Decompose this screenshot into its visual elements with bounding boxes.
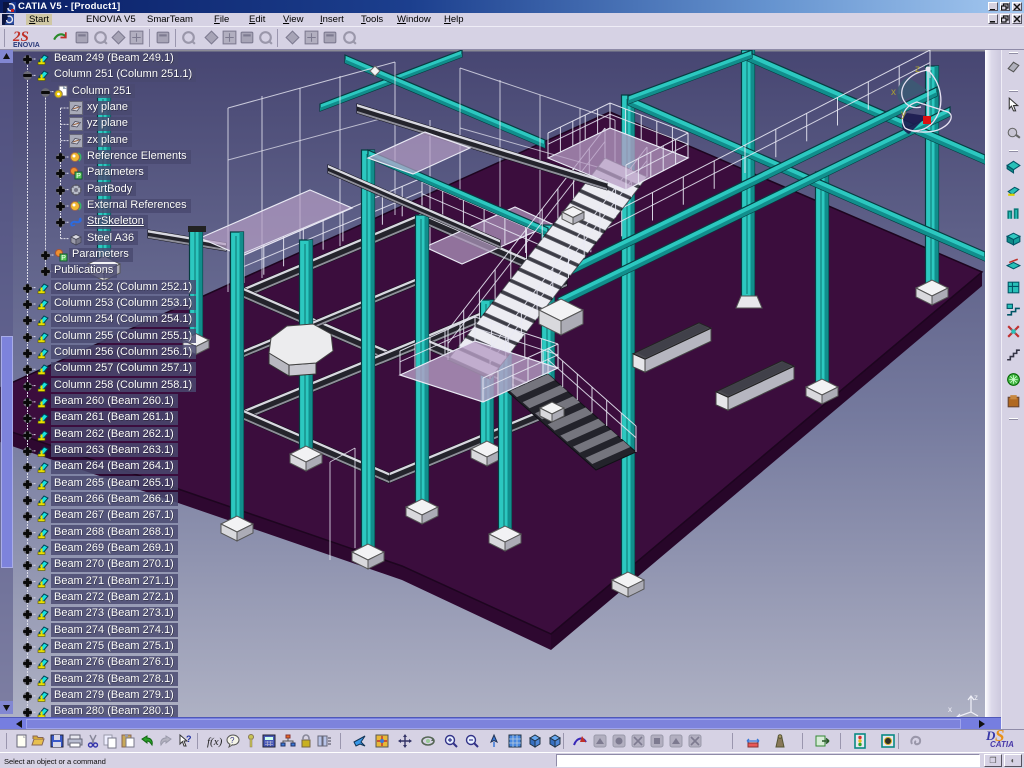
svg-text:P: P: [61, 255, 66, 262]
svg-text:y: y: [901, 109, 906, 120]
svg-text:f(x): f(x): [207, 736, 222, 748]
svg-text:?: ?: [186, 734, 192, 744]
svg-text:z: z: [915, 64, 920, 75]
svg-text:z: z: [974, 693, 978, 702]
svg-text:x: x: [891, 87, 896, 98]
svg-text:?: ?: [230, 736, 235, 745]
svg-text:x: x: [948, 705, 952, 714]
svg-text:P: P: [76, 173, 81, 180]
